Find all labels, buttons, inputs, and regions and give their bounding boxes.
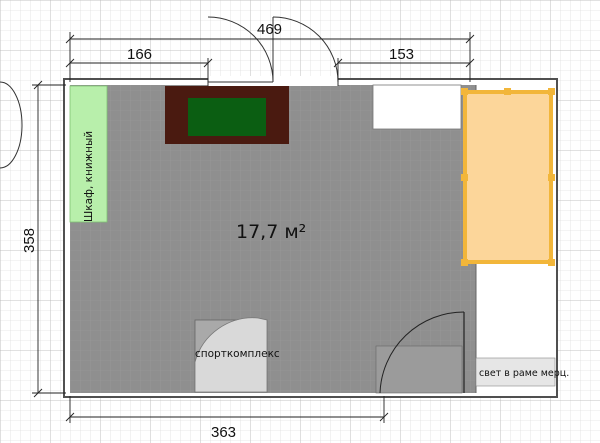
lamp-label: свет в раме мерц. — [479, 368, 569, 379]
dimension-top-left-label: 166 — [127, 46, 152, 63]
bookcase-label: Шкаф, книжный — [83, 131, 95, 222]
table-top — [188, 98, 266, 136]
sport-complex-label: спорткомплекс — [195, 348, 280, 360]
dimension-top-total-label: 469 — [257, 21, 282, 38]
dimension-bottom-width-label: 363 — [211, 424, 236, 441]
bottom-door-area — [375, 345, 463, 394]
bed — [463, 90, 553, 264]
white-cabinet — [372, 84, 462, 130]
dimension-left-height-label: 358 — [21, 228, 38, 253]
dimension-top-right-label: 153 — [389, 46, 414, 63]
area-label: 17,7 м² — [236, 221, 306, 243]
floor-plan: Шкаф, книжный 17,7 м² спорткомплекс свет… — [0, 0, 600, 443]
